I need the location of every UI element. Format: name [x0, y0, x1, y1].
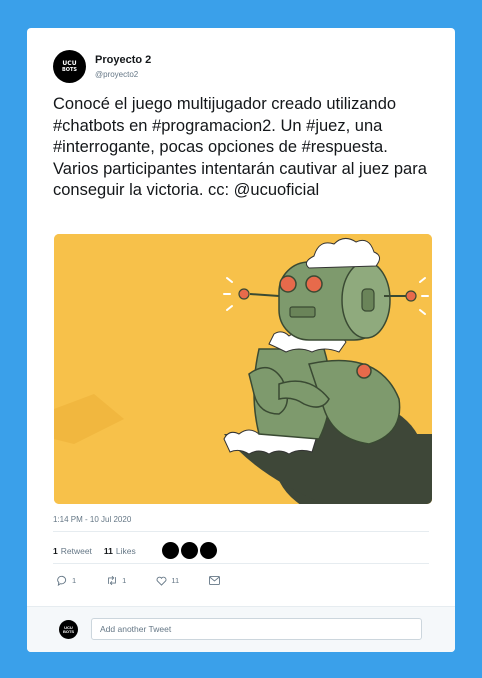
tweet-actions: 1 1 11: [57, 575, 250, 586]
reply-composer: UCU BOTS: [27, 606, 455, 652]
reply-count: 1: [72, 576, 77, 585]
composer-avatar: UCU BOTS: [59, 620, 78, 639]
retweets-stat[interactable]: 1 Retweet: [53, 546, 92, 556]
likes-count: 11: [103, 545, 113, 556]
tweet-header: UCU BOTS Proyecto 2 @proyecto2: [53, 50, 151, 83]
liker-avatar[interactable]: [199, 542, 217, 559]
tweet-card: UCU BOTS Proyecto 2 @proyecto2 Conocé el…: [27, 28, 455, 652]
likes-label: Likes: [115, 545, 136, 556]
reply-icon: [57, 575, 67, 586]
retweets-label: Retweet: [60, 545, 92, 556]
divider: [53, 563, 429, 564]
composer-avatar-subtext: BOTS: [62, 628, 75, 634]
like-count: 11: [171, 576, 180, 585]
liker-avatar[interactable]: [161, 542, 179, 559]
tweet-text: Conocé el juego multijugador creado util…: [53, 95, 427, 199]
add-tweet-input[interactable]: [91, 618, 422, 640]
retweet-icon: [108, 575, 117, 586]
divider: [53, 531, 429, 532]
liker-avatar[interactable]: [180, 542, 198, 559]
direct-message-button[interactable]: [209, 576, 221, 585]
tweet-media-image[interactable]: [54, 234, 432, 504]
retweet-count: 1: [122, 576, 127, 585]
robot-illustration: [54, 234, 432, 504]
retweets-count: 1: [53, 545, 58, 556]
heart-icon: [156, 576, 167, 586]
tweet-timestamp[interactable]: 1:14 PM - 10 Jul 2020: [53, 515, 131, 524]
user-handle[interactable]: @proyecto2: [95, 70, 151, 79]
avatar[interactable]: UCU BOTS: [53, 50, 86, 83]
like-button[interactable]: 11: [156, 576, 179, 586]
reply-button[interactable]: 1: [57, 575, 76, 586]
avatar-logo-subtext: BOTS: [61, 66, 78, 73]
retweet-button[interactable]: 1: [106, 575, 126, 586]
likes-stat[interactable]: 11 Likes: [104, 546, 136, 556]
engagement-stats: 1 Retweet 11 Likes: [53, 542, 219, 559]
liker-avatars: [161, 542, 219, 559]
display-name[interactable]: Proyecto 2: [95, 54, 151, 66]
envelope-icon: [209, 576, 221, 585]
